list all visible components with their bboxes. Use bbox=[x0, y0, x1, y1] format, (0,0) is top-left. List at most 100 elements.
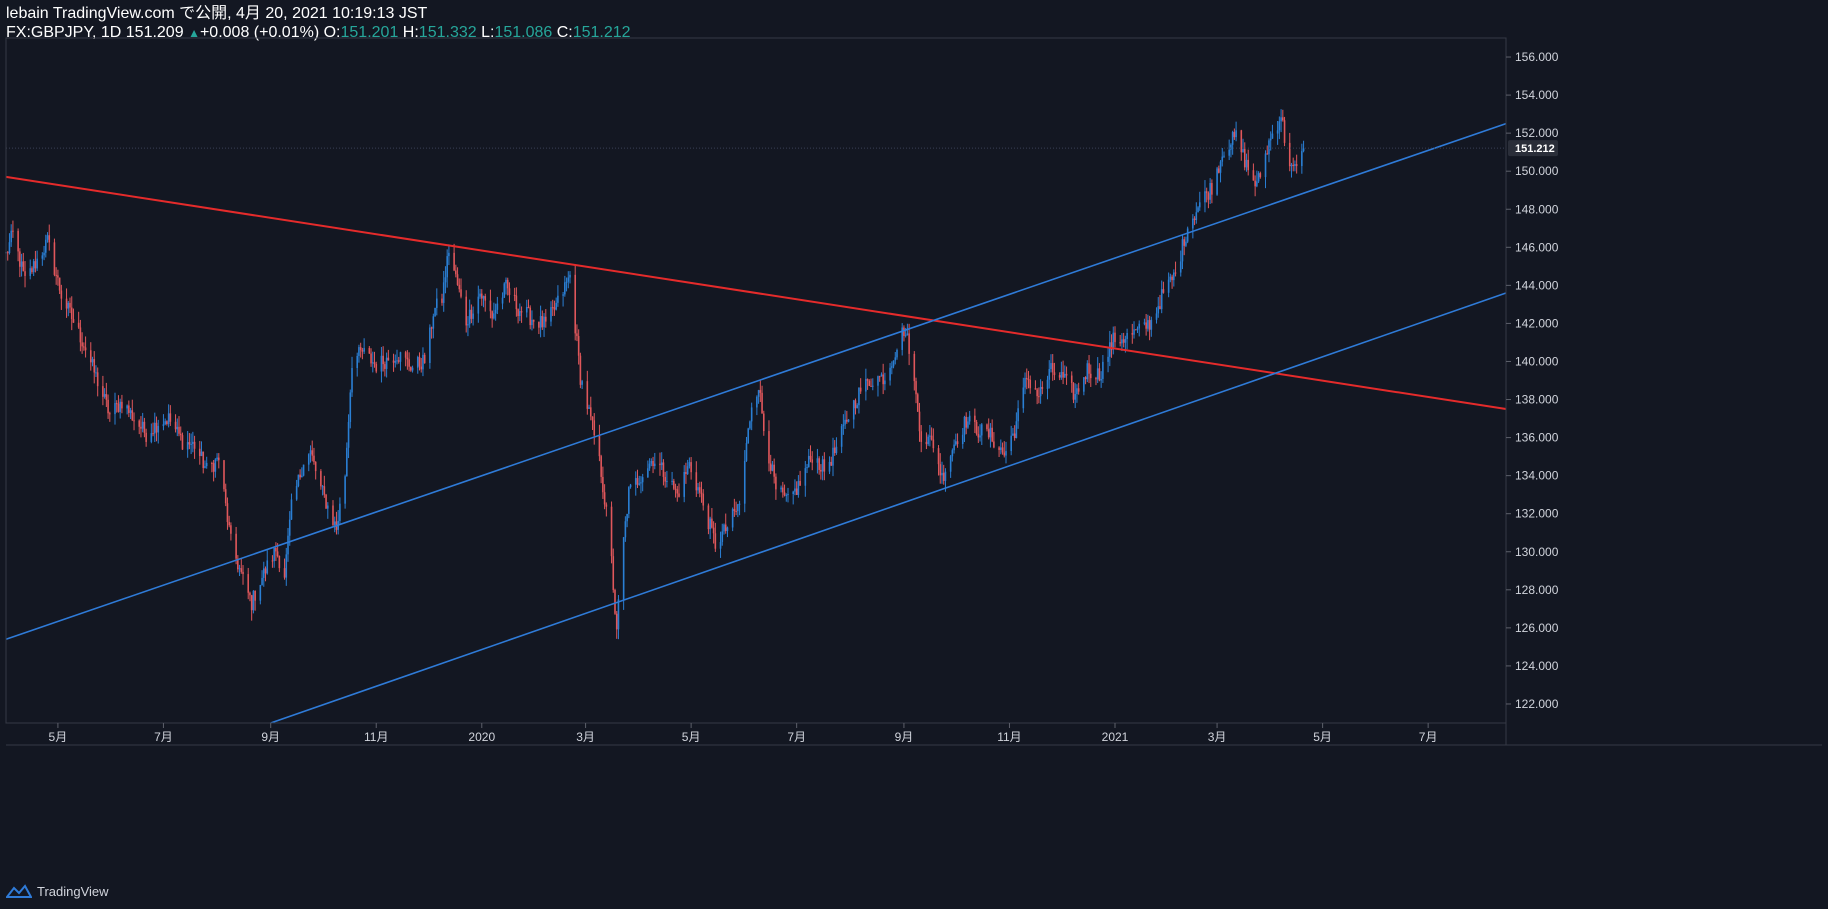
candle bbox=[1027, 370, 1030, 389]
candle bbox=[719, 531, 722, 558]
candle-body bbox=[605, 504, 608, 507]
candle bbox=[1290, 162, 1293, 178]
candle-body bbox=[700, 492, 703, 494]
candle bbox=[1084, 376, 1087, 385]
candle bbox=[81, 332, 83, 354]
candle-body bbox=[821, 459, 824, 472]
candle-body bbox=[833, 447, 836, 454]
candle-body bbox=[840, 426, 843, 447]
candle bbox=[794, 479, 796, 496]
candle-body bbox=[1294, 164, 1296, 167]
candle-body bbox=[313, 455, 315, 462]
candle bbox=[830, 456, 833, 466]
candle bbox=[373, 351, 376, 368]
candle bbox=[622, 536, 625, 610]
candle bbox=[641, 473, 644, 492]
trendline-1 bbox=[5, 175, 1507, 411]
candle-body bbox=[249, 592, 251, 596]
candle-body bbox=[1070, 375, 1073, 383]
candle bbox=[856, 403, 859, 409]
candle bbox=[768, 420, 770, 472]
candle-body bbox=[1171, 276, 1173, 281]
candle bbox=[1034, 380, 1037, 390]
axes-layer: 122.000 124.000 126.000 128.000 130.000 132.0… bbox=[5, 37, 1822, 746]
candle bbox=[1185, 236, 1187, 248]
candle bbox=[266, 550, 269, 575]
candle-body bbox=[733, 509, 736, 511]
candle-body bbox=[460, 289, 462, 297]
candle-body bbox=[610, 506, 613, 557]
candle bbox=[714, 522, 717, 552]
candle-body bbox=[974, 415, 976, 423]
y-tick-label: 134.000 bbox=[1515, 469, 1559, 483]
candle-body bbox=[674, 488, 677, 490]
candle-body bbox=[368, 348, 371, 354]
candle bbox=[1041, 381, 1044, 395]
candle bbox=[993, 432, 995, 449]
candle bbox=[126, 404, 128, 415]
candle-body bbox=[69, 302, 71, 308]
candle bbox=[555, 297, 557, 311]
candle bbox=[193, 435, 196, 459]
candle bbox=[96, 367, 99, 397]
candle bbox=[1295, 154, 1298, 174]
candle-body bbox=[36, 258, 38, 269]
candle-body bbox=[617, 599, 620, 630]
price-chart[interactable]: 122.000 124.000 126.000 128.000 130.000 132.0… bbox=[0, 0, 1828, 909]
candle bbox=[237, 555, 239, 573]
y-tick-label: 142.000 bbox=[1515, 316, 1559, 330]
candle-body bbox=[538, 321, 540, 328]
candle-body bbox=[17, 230, 19, 252]
candle-body bbox=[169, 413, 172, 422]
candle-body bbox=[1034, 388, 1037, 390]
candle bbox=[1038, 387, 1040, 404]
candle-body bbox=[1029, 379, 1032, 389]
candle bbox=[344, 474, 346, 509]
candle-body bbox=[520, 311, 523, 313]
candle-body bbox=[775, 476, 777, 490]
candle bbox=[1083, 377, 1085, 396]
candle bbox=[262, 561, 265, 587]
candle-body bbox=[1204, 191, 1206, 203]
candle bbox=[785, 493, 788, 502]
candle bbox=[235, 526, 237, 565]
candle bbox=[1181, 234, 1184, 270]
candle-body bbox=[519, 311, 521, 317]
candle-body bbox=[832, 447, 834, 466]
candle bbox=[749, 420, 751, 430]
candle bbox=[1207, 191, 1210, 209]
candle-body bbox=[399, 352, 402, 362]
tradingview-brand[interactable]: TradingView bbox=[6, 880, 109, 902]
candle bbox=[188, 433, 191, 450]
candle bbox=[1133, 321, 1135, 339]
candle bbox=[673, 478, 675, 491]
candle bbox=[564, 275, 566, 297]
y-tick-label: 138.000 bbox=[1515, 393, 1559, 407]
candle bbox=[605, 502, 608, 517]
candle bbox=[1077, 382, 1080, 395]
candle-body bbox=[83, 346, 85, 348]
candle-body bbox=[865, 378, 867, 392]
candle-body bbox=[406, 357, 409, 360]
candle-body bbox=[1025, 377, 1028, 380]
candle bbox=[961, 428, 964, 449]
candle-body bbox=[1089, 373, 1092, 379]
candle-body bbox=[235, 533, 237, 559]
candle bbox=[1060, 361, 1063, 380]
candle bbox=[223, 459, 225, 492]
candle bbox=[913, 351, 916, 391]
candle bbox=[538, 321, 540, 335]
candle bbox=[811, 451, 814, 471]
candle bbox=[84, 336, 87, 358]
candle-body bbox=[275, 547, 277, 552]
candle-body bbox=[1012, 433, 1014, 436]
candle-body bbox=[166, 421, 168, 425]
candle-body bbox=[1157, 306, 1160, 314]
y-tick-label: 150.000 bbox=[1515, 164, 1559, 178]
candle bbox=[1126, 328, 1128, 350]
candle-body bbox=[738, 503, 741, 505]
candle-body bbox=[944, 471, 947, 481]
candle bbox=[1121, 333, 1123, 352]
candle bbox=[385, 352, 388, 378]
candle-body bbox=[939, 464, 942, 476]
